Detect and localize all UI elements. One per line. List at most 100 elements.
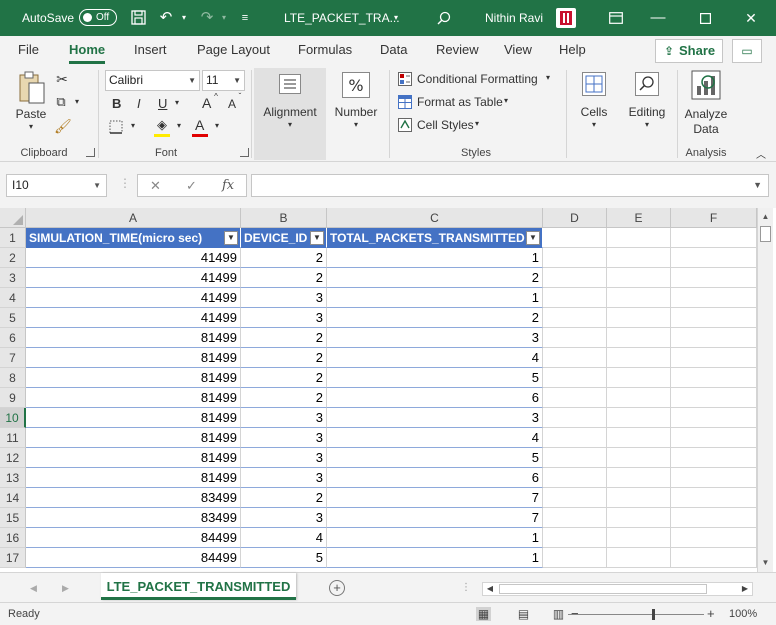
copy-dropdown-icon[interactable]: ▾ [72, 97, 82, 106]
zoom-in-button[interactable]: + [707, 603, 715, 625]
table-cell[interactable]: 7 [327, 508, 543, 528]
table-cell[interactable]: 6 [327, 388, 543, 408]
name-box[interactable]: I10 ▼ [6, 174, 107, 197]
share-button[interactable]: ⇪ Share [655, 39, 723, 63]
row-header-1[interactable]: 1 [0, 228, 26, 248]
grid-cell[interactable] [607, 528, 671, 548]
grid-cell[interactable] [671, 428, 757, 448]
ribbon-display-icon[interactable] [604, 0, 628, 36]
formula-input[interactable]: ▼ [251, 174, 769, 197]
row-header-8[interactable]: 8 [0, 368, 26, 388]
scroll-right-icon[interactable]: ▶ [738, 583, 752, 595]
grid-cell[interactable] [607, 248, 671, 268]
grid-cell[interactable] [607, 328, 671, 348]
grid-cell[interactable] [671, 508, 757, 528]
analyze-data-line1[interactable]: Analyze [680, 107, 732, 121]
grid-cell[interactable] [543, 448, 607, 468]
shrink-font-button[interactable]: A [228, 97, 236, 111]
prev-sheet-icon[interactable]: ◀ [30, 573, 37, 603]
format-painter-icon[interactable]: 🖌 [54, 118, 72, 135]
table-cell[interactable]: 6 [327, 468, 543, 488]
table-cell[interactable]: 3 [241, 448, 327, 468]
grid-cell[interactable] [671, 448, 757, 468]
borders-icon[interactable] [108, 120, 124, 136]
table-cell[interactable]: 41499 [26, 268, 241, 288]
table-header-cell[interactable]: DEVICE_ID ▼ [241, 228, 327, 248]
table-cell[interactable]: 3 [241, 308, 327, 328]
paste-icon[interactable] [17, 71, 47, 107]
column-header-a[interactable]: A [26, 208, 241, 228]
column-header-c[interactable]: C [327, 208, 543, 228]
scroll-down-icon[interactable]: ▼ [758, 556, 773, 570]
scroll-thumb[interactable] [760, 226, 771, 242]
underline-dropdown-icon[interactable]: ▾ [172, 98, 182, 107]
grid-cell[interactable] [543, 388, 607, 408]
horizontal-scroll-thumb[interactable] [499, 584, 707, 594]
tab-page-layout[interactable]: Page Layout [197, 36, 270, 66]
collapse-ribbon-icon[interactable]: ︿ [754, 146, 768, 161]
grid-cell[interactable] [607, 228, 671, 248]
grid-cell[interactable] [671, 488, 757, 508]
scroll-left-icon[interactable]: ◀ [483, 583, 497, 595]
table-cell[interactable]: 83499 [26, 488, 241, 508]
grid-cell[interactable] [543, 508, 607, 528]
table-cell[interactable]: 3 [327, 408, 543, 428]
autosave-toggle[interactable]: Off [79, 9, 117, 26]
row-header-14[interactable]: 14 [0, 488, 26, 508]
grid-cell[interactable] [607, 468, 671, 488]
column-header-e[interactable]: E [607, 208, 671, 228]
borders-dropdown-icon[interactable]: ▾ [128, 121, 138, 130]
table-cell[interactable]: 1 [327, 248, 543, 268]
row-header-5[interactable]: 5 [0, 308, 26, 328]
grid-cell[interactable] [671, 268, 757, 288]
table-header-cell[interactable]: SIMULATION_TIME(micro sec) ▼ [26, 228, 241, 248]
grid-cell[interactable] [671, 348, 757, 368]
grid-cell[interactable] [671, 308, 757, 328]
format-as-table-button[interactable]: Format as Table [417, 95, 503, 109]
cut-icon[interactable]: ✂ [54, 71, 70, 88]
customize-icon[interactable]: ≡ [238, 0, 252, 36]
column-header-d[interactable]: D [543, 208, 607, 228]
fill-color-dropdown-icon[interactable]: ▾ [174, 121, 184, 130]
table-cell[interactable]: 2 [241, 328, 327, 348]
table-cell[interactable]: 7 [327, 488, 543, 508]
grid-cell[interactable] [607, 448, 671, 468]
grid-cell[interactable] [607, 508, 671, 528]
table-cell[interactable]: 2 [241, 268, 327, 288]
table-cell[interactable]: 41499 [26, 288, 241, 308]
grid-cell[interactable] [671, 548, 757, 568]
sheet-tab-lte-packet-transmitted[interactable]: LTE_PACKET_TRANSMITTED [101, 573, 296, 600]
italic-button[interactable]: I [137, 96, 141, 111]
table-cell[interactable]: 2 [241, 348, 327, 368]
tab-view[interactable]: View [504, 36, 532, 66]
row-header-9[interactable]: 9 [0, 388, 26, 408]
grid-cell[interactable] [607, 428, 671, 448]
grid-cell[interactable] [607, 288, 671, 308]
avatar[interactable] [556, 8, 576, 28]
conditional-formatting-button[interactable]: Conditional Formatting [417, 72, 538, 86]
enter-icon[interactable]: ✓ [186, 175, 197, 196]
grid-cell[interactable] [671, 368, 757, 388]
table-cell[interactable]: 4 [327, 348, 543, 368]
cancel-icon[interactable]: ✕ [150, 175, 161, 196]
tab-home[interactable]: Home [69, 36, 106, 66]
tab-split-handle[interactable]: ⋮ [461, 573, 471, 603]
zoom-slider-thumb[interactable] [652, 609, 655, 620]
worksheet-grid[interactable]: ABCDEF 1 2 3 4 5 6 7 8 9 10 11 12 13 14 15 16 17 SIMULAT… [0, 208, 776, 572]
number-label[interactable]: Number [330, 105, 382, 119]
table-cell[interactable]: 84499 [26, 528, 241, 548]
table-cell[interactable]: 3 [241, 288, 327, 308]
filter-dropdown-icon[interactable]: ▼ [310, 231, 324, 245]
restore-icon[interactable] [693, 0, 717, 36]
table-cell[interactable]: 2 [327, 268, 543, 288]
row-header-6[interactable]: 6 [0, 328, 26, 348]
table-cell[interactable]: 41499 [26, 308, 241, 328]
close-icon[interactable]: ✕ [739, 0, 763, 36]
grid-cell[interactable] [543, 408, 607, 428]
editing-label[interactable]: Editing [624, 105, 670, 119]
grid-cell[interactable] [543, 268, 607, 288]
grid-cell[interactable] [543, 548, 607, 568]
analyze-data-line2[interactable]: Data [680, 122, 732, 136]
redo-icon[interactable]: ↷ [197, 0, 217, 36]
table-cell[interactable]: 81499 [26, 348, 241, 368]
